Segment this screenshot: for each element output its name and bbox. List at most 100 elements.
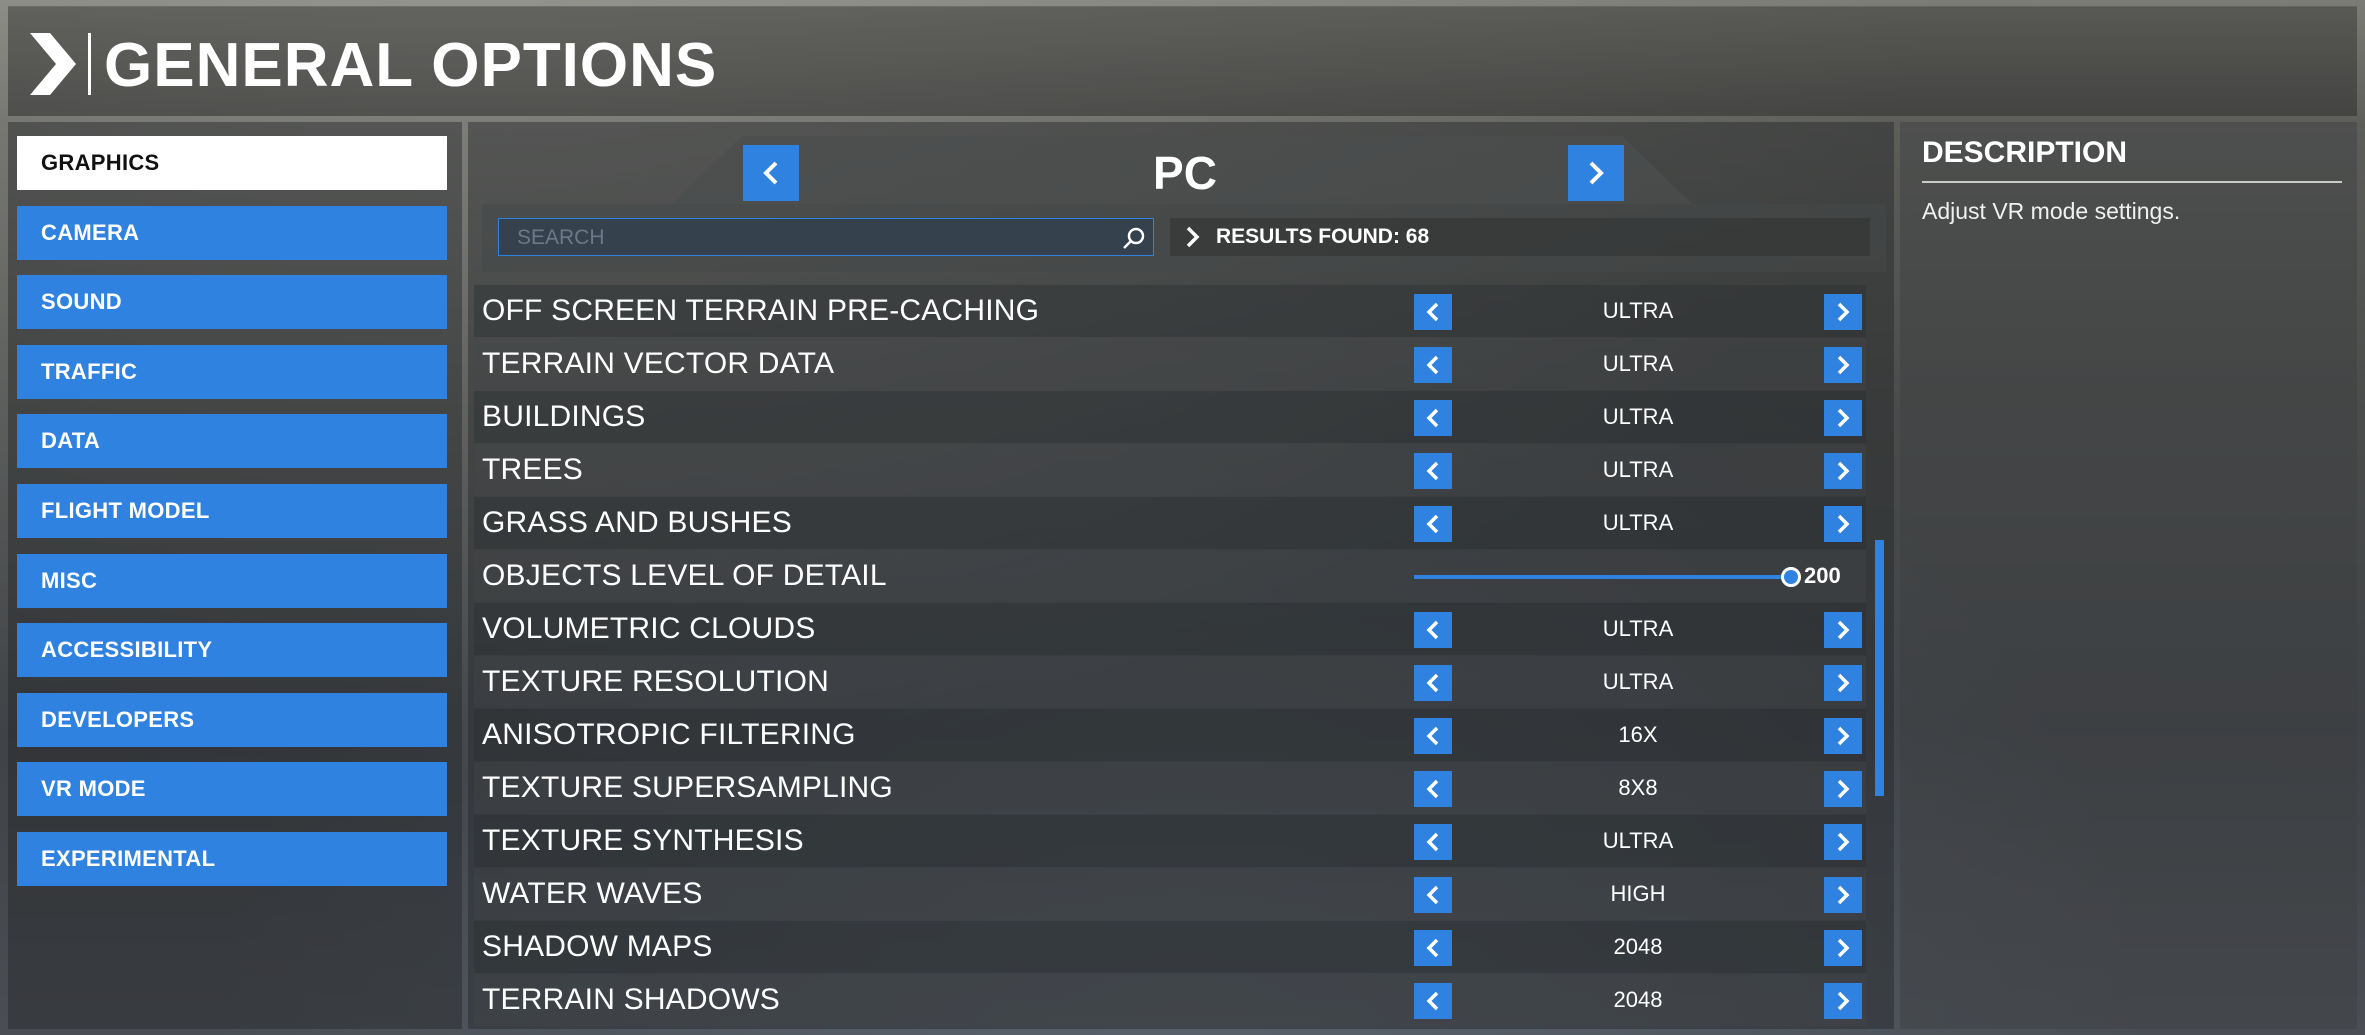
setting-value: 8X8 [1618, 775, 1658, 800]
setting-next-button[interactable] [1824, 453, 1862, 489]
setting-prev-button[interactable] [1414, 983, 1452, 1019]
setting-prev-button[interactable] [1414, 453, 1452, 489]
search-icon[interactable] [1121, 225, 1147, 251]
setting-label: TEXTURE SUPERSAMPLING [482, 771, 893, 804]
chevron-right-icon [1837, 355, 1850, 375]
setting-label: VOLUMETRIC CLOUDS [482, 612, 816, 645]
setting-next-button[interactable] [1824, 718, 1862, 754]
setting-row[interactable]: TERRAIN SHADOWS 2048 [474, 974, 1866, 1026]
slider-handle[interactable] [1781, 567, 1801, 587]
setting-value: ULTRA [1602, 351, 1674, 376]
setting-row[interactable]: WATER WAVES HIGH [474, 868, 1866, 920]
setting-prev-button[interactable] [1414, 824, 1452, 860]
slider-track[interactable] [1414, 575, 1794, 579]
chevron-left-icon [763, 161, 778, 185]
setting-prev-button[interactable] [1414, 294, 1452, 330]
setting-row[interactable]: BUILDINGS ULTRA [474, 391, 1866, 443]
setting-prev-button[interactable] [1414, 400, 1452, 436]
sidebar-item-sound[interactable]: SOUND [17, 275, 447, 330]
setting-value: ULTRA [1602, 298, 1674, 323]
chevron-right-icon [1837, 514, 1850, 534]
setting-row[interactable]: TEXTURE SUPERSAMPLING 8X8 [474, 762, 1866, 814]
chevron-left-icon [1426, 779, 1439, 799]
header-divider [88, 33, 91, 95]
profile-prev-button[interactable] [743, 145, 799, 201]
setting-next-button[interactable] [1824, 506, 1862, 542]
chevron-right-icon [1837, 673, 1850, 693]
chevron-right-icon [30, 33, 76, 95]
chevron-right-icon [1837, 726, 1850, 746]
chevron-right-icon [1837, 832, 1850, 852]
setting-label: SHADOW MAPS [482, 930, 713, 963]
setting-row[interactable]: TREES ULTRA [474, 444, 1866, 496]
search-input[interactable]: SEARCH [498, 218, 1154, 256]
setting-prev-button[interactable] [1414, 718, 1452, 754]
setting-label: TEXTURE RESOLUTION [482, 665, 829, 698]
description-text: Adjust VR mode settings. [1922, 198, 2181, 224]
setting-prev-button[interactable] [1414, 930, 1452, 966]
settings-scrollbar[interactable] [1875, 540, 1884, 796]
setting-value: ULTRA [1602, 828, 1674, 853]
chevron-right-icon [1589, 161, 1604, 185]
results-text: RESULTS FOUND: 68 [1216, 225, 1430, 248]
setting-next-button[interactable] [1824, 400, 1862, 436]
setting-prev-button[interactable] [1414, 506, 1452, 542]
setting-next-button[interactable] [1824, 824, 1862, 860]
setting-next-button[interactable] [1824, 665, 1862, 701]
chevron-right-icon [1837, 779, 1850, 799]
setting-prev-button[interactable] [1414, 665, 1452, 701]
setting-next-button[interactable] [1824, 771, 1862, 807]
sidebar-item-vr-mode[interactable]: VR MODE [17, 762, 447, 817]
setting-next-button[interactable] [1824, 294, 1862, 330]
setting-next-button[interactable] [1824, 612, 1862, 648]
setting-value: 2048 [1613, 987, 1663, 1012]
sidebar-item-developers[interactable]: DEVELOPERS [17, 692, 447, 747]
setting-next-button[interactable] [1824, 347, 1862, 383]
setting-row[interactable]: GRASS AND BUSHES ULTRA [474, 497, 1866, 549]
setting-label: TERRAIN SHADOWS [482, 983, 781, 1016]
setting-row[interactable]: TEXTURE RESOLUTION ULTRA [474, 656, 1866, 708]
chevron-right-icon [1837, 408, 1850, 428]
chevron-left-icon [1426, 938, 1439, 958]
search-placeholder: SEARCH [517, 226, 605, 249]
setting-next-button[interactable] [1824, 983, 1862, 1019]
setting-prev-button[interactable] [1414, 877, 1452, 913]
sidebar-item-flight-model[interactable]: FLIGHT MODEL [17, 484, 447, 538]
header-bar: GENERAL OPTIONS [8, 6, 2357, 116]
setting-prev-button[interactable] [1414, 612, 1452, 648]
setting-next-button[interactable] [1824, 930, 1862, 966]
setting-value: 2048 [1613, 934, 1663, 959]
chevron-left-icon [1426, 514, 1439, 534]
sidebar-item-experimental[interactable]: EXPERIMENTAL [17, 832, 447, 886]
profile-title: PC [1153, 147, 1217, 199]
setting-row[interactable]: SHADOW MAPS 2048 [474, 921, 1866, 973]
setting-label: TEXTURE SYNTHESIS [482, 824, 804, 857]
setting-row[interactable]: OBJECTS LEVEL OF DETAIL 200 [474, 550, 1866, 602]
profile-next-button[interactable] [1568, 145, 1624, 201]
chevron-left-icon [1426, 673, 1439, 693]
setting-next-button[interactable] [1824, 877, 1862, 913]
sidebar-item-graphics[interactable]: GRAPHICS [17, 136, 447, 190]
sidebar-item-traffic[interactable]: TRAFFIC [17, 344, 447, 399]
page-title: GENERAL OPTIONS [104, 31, 718, 100]
chevron-left-icon [1426, 885, 1439, 905]
setting-prev-button[interactable] [1414, 771, 1452, 807]
setting-row[interactable]: ANISOTROPIC FILTERING 16X [474, 709, 1866, 761]
setting-row[interactable]: TERRAIN VECTOR DATA ULTRA [474, 338, 1866, 390]
chevron-left-icon [1426, 408, 1439, 428]
setting-row[interactable]: TEXTURE SYNTHESIS ULTRA [474, 815, 1866, 867]
setting-row[interactable]: VOLUMETRIC CLOUDS ULTRA [474, 603, 1866, 655]
setting-row[interactable]: OFF SCREEN TERRAIN PRE-CACHING ULTRA [474, 285, 1866, 337]
setting-label: OFF SCREEN TERRAIN PRE-CACHING [482, 294, 1040, 327]
sidebar-item-accessibility[interactable]: ACCESSIBILITY [17, 623, 447, 678]
slider-value: 200 [1804, 563, 1841, 588]
sidebar-item-camera[interactable]: CAMERA [17, 205, 447, 260]
chevron-right-icon [1837, 991, 1850, 1011]
sidebar-item-misc[interactable]: MISC [17, 553, 447, 608]
chevron-right-icon [1837, 620, 1850, 640]
setting-prev-button[interactable] [1414, 347, 1452, 383]
setting-value: ULTRA [1602, 510, 1674, 535]
sidebar-item-data[interactable]: DATA [17, 414, 447, 469]
chevron-left-icon [1426, 991, 1439, 1011]
setting-value: ULTRA [1602, 404, 1674, 429]
